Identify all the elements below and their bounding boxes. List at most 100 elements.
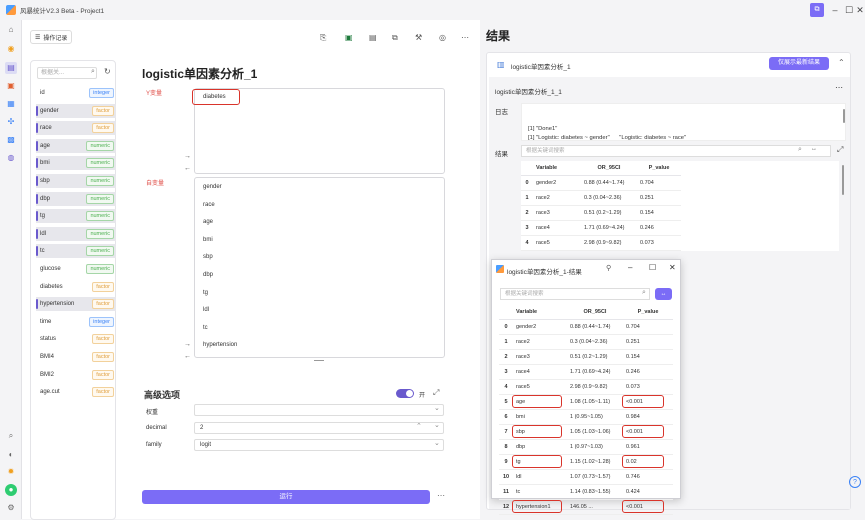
arrow-left-icon[interactable]: ← bbox=[184, 353, 191, 360]
minimize-icon[interactable]: – bbox=[628, 263, 632, 272]
var-item-age.cut[interactable]: age.cut factor bbox=[36, 385, 116, 399]
table-row[interactable]: 0 gender2 0.88 (0.44~1.74) 0.704 bbox=[521, 175, 681, 191]
var-item-tg[interactable]: tg numeric bbox=[36, 209, 116, 224]
x-var-item[interactable]: ldl bbox=[203, 307, 209, 313]
table-row[interactable]: 10 ldl 1.07 (0.73~1.57) 0.746 bbox=[499, 469, 673, 485]
refresh-icon[interactable]: ↻ bbox=[104, 67, 111, 76]
var-item-bmi[interactable]: bmi numeric bbox=[36, 156, 116, 171]
export-icon[interactable]: ⎘ bbox=[320, 33, 326, 43]
table-row[interactable]: 1 race2 0.3 (0.04~2.36) 0.251 bbox=[521, 190, 681, 206]
table-row[interactable]: 2 race3 0.51 (0.2~1.29) 0.154 bbox=[499, 349, 673, 365]
maximize-icon[interactable]: ☐ bbox=[649, 263, 656, 272]
column-header[interactable]: Variable bbox=[513, 305, 567, 320]
var-item-tc[interactable]: tc numeric bbox=[36, 244, 116, 259]
x-var-item[interactable]: race bbox=[203, 202, 215, 208]
table-row[interactable]: 6 bmi 1 (0.95~1.05) 0.984 bbox=[499, 409, 673, 425]
advanced-toggle[interactable] bbox=[396, 389, 414, 398]
expand-icon[interactable]: ⤢ bbox=[433, 388, 439, 398]
swap-button[interactable]: ↔ bbox=[655, 288, 672, 300]
column-header[interactable]: OR_95CI bbox=[567, 305, 623, 320]
table-row[interactable]: 1 race2 0.3 (0.04~2.36) 0.251 bbox=[499, 334, 673, 350]
var-search-input[interactable]: 根据关... bbox=[37, 67, 97, 79]
settings-orange-icon[interactable]: ✹ bbox=[5, 466, 17, 478]
decimal-stepper[interactable]: 2 bbox=[194, 422, 444, 434]
grid-icon[interactable]: ▩ bbox=[5, 134, 17, 146]
resize-handle[interactable] bbox=[314, 360, 324, 361]
excel-icon[interactable]: ▣ bbox=[345, 33, 353, 42]
search-icon[interactable]: ⌕ bbox=[5, 430, 17, 442]
x-var-item[interactable]: age bbox=[203, 219, 213, 225]
var-item-glucose[interactable]: glucose numeric bbox=[36, 262, 116, 276]
database-icon[interactable]: ◉ bbox=[5, 43, 17, 55]
table-row[interactable]: 3 race4 1.71 (0.69~4.24) 0.246 bbox=[499, 364, 673, 380]
var-item-hypertension[interactable]: hypertension factor bbox=[36, 297, 116, 312]
more-icon[interactable]: ⋯ bbox=[835, 83, 843, 92]
history-button[interactable]: ☰ 操作记录 bbox=[30, 30, 73, 44]
column-header[interactable]: P_value bbox=[637, 161, 681, 176]
arrow-right-icon[interactable]: → bbox=[184, 341, 191, 348]
y-value[interactable]: diabetes bbox=[203, 94, 226, 100]
table-icon[interactable]: ▦ bbox=[5, 98, 17, 110]
column-header[interactable]: OR_95CI bbox=[581, 161, 637, 176]
arrow-right-icon[interactable]: → bbox=[184, 153, 191, 160]
arrow-left-icon[interactable]: ← bbox=[184, 165, 191, 172]
table-row[interactable]: 8 dbp 1 (0.97~1.03) 0.961 bbox=[499, 439, 673, 455]
globe-icon[interactable]: ◍ bbox=[5, 152, 17, 164]
table-row[interactable]: 4 race5 2.98 (0.9~9.82) 0.073 bbox=[521, 235, 681, 251]
table-row[interactable]: 0 gender2 0.88 (0.44~1.74) 0.704 bbox=[499, 319, 673, 335]
var-item-ldl[interactable]: ldl numeric bbox=[36, 226, 116, 241]
close-icon[interactable]: ✕ bbox=[669, 263, 676, 272]
x-var-item[interactable]: dbp bbox=[203, 272, 213, 278]
theme-icon[interactable]: ◐ bbox=[5, 449, 17, 461]
column-header[interactable]: P_value bbox=[623, 305, 673, 320]
doc-icon[interactable]: ▣ bbox=[5, 80, 17, 92]
db-icon[interactable]: ◎ bbox=[439, 33, 446, 42]
result-search-input[interactable]: 根据关键词搜索 bbox=[521, 145, 831, 157]
expand-icon[interactable]: ⤢ bbox=[837, 145, 843, 155]
var-item-id[interactable]: id integer bbox=[36, 86, 116, 100]
copy-icon[interactable]: ⧉ bbox=[392, 33, 398, 43]
x-dropzone[interactable]: gender race age bmi sbp dbp tg ldl tc hypertensio… bbox=[194, 177, 445, 358]
close-icon[interactable]: ✕ bbox=[855, 3, 865, 17]
latest-only-button[interactable]: 仅展示最新结果 bbox=[769, 57, 829, 70]
var-item-status[interactable]: status factor bbox=[36, 332, 116, 346]
var-item-age[interactable]: age numeric bbox=[36, 138, 116, 153]
minimize-icon[interactable]: – bbox=[828, 3, 842, 17]
var-item-diabetes[interactable]: diabetes factor bbox=[36, 280, 116, 294]
more-icon[interactable]: ⋯ bbox=[437, 491, 445, 500]
table-row[interactable]: 11 tc 1.14 (0.83~1.55) 0.424 bbox=[499, 484, 673, 500]
table-row[interactable]: 3 race4 1.71 (0.69~4.24) 0.246 bbox=[521, 220, 681, 236]
x-var-item[interactable]: tc bbox=[203, 325, 208, 331]
x-var-item[interactable]: sbp bbox=[203, 254, 213, 260]
table-row[interactable]: 4 race5 2.98 (0.9~9.82) 0.073 bbox=[499, 379, 673, 395]
family-select[interactable]: logit bbox=[194, 439, 444, 451]
table-row[interactable]: 2 race3 0.51 (0.2~1.29) 0.154 bbox=[521, 205, 681, 221]
tools-icon[interactable]: ⚒ bbox=[415, 33, 422, 42]
chevron-up-icon[interactable]: ⌃ bbox=[838, 58, 845, 67]
chart-icon[interactable]: ▤ bbox=[5, 62, 17, 74]
run-button[interactable]: 运行 bbox=[142, 490, 430, 504]
chevron-down-icon[interactable]: ⌄ bbox=[434, 421, 440, 429]
x-var-item[interactable]: gender bbox=[203, 184, 222, 190]
column-header[interactable]: Variable bbox=[533, 161, 581, 176]
var-item-sbp[interactable]: sbp numeric bbox=[36, 174, 116, 188]
x-var-item[interactable]: bmi bbox=[203, 237, 213, 243]
swap-icon[interactable]: ↔ bbox=[811, 146, 817, 152]
avatar[interactable]: ● bbox=[5, 484, 17, 496]
var-item-BMI4[interactable]: BMI4 factor bbox=[36, 350, 116, 364]
var-item-BMI2[interactable]: BMI2 factor bbox=[36, 368, 116, 382]
x-var-item[interactable]: tg bbox=[203, 290, 208, 296]
more-icon[interactable]: ⋯ bbox=[461, 33, 469, 42]
pin-icon[interactable]: ⚲ bbox=[606, 264, 611, 272]
var-item-dbp[interactable]: dbp numeric bbox=[36, 191, 116, 206]
gear-icon[interactable]: ⚙ bbox=[5, 502, 17, 514]
weight-select[interactable] bbox=[194, 404, 444, 416]
chevron-up-icon[interactable]: ⌃ bbox=[416, 422, 422, 430]
network-icon[interactable]: ✣ bbox=[5, 116, 17, 128]
var-item-gender[interactable]: gender factor bbox=[36, 103, 116, 118]
popup-search-input[interactable]: 根据关键词搜索 bbox=[500, 288, 650, 300]
home-icon[interactable]: ⌂ bbox=[5, 24, 17, 36]
x-var-item[interactable]: hypertension bbox=[203, 342, 237, 348]
pin-window-icon[interactable]: ⧉ bbox=[810, 3, 824, 17]
var-item-race[interactable]: race factor bbox=[36, 121, 116, 136]
